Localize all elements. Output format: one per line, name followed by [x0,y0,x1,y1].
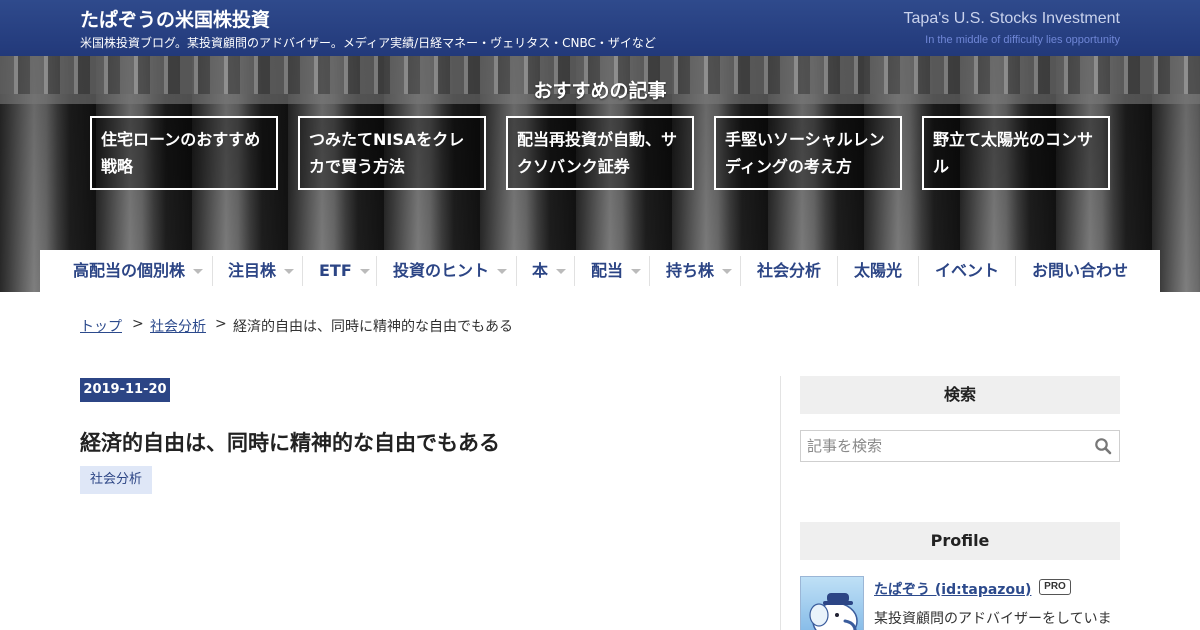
chevron-down-icon [193,269,204,274]
breadcrumb-separator: > [215,316,227,332]
featured-heading: おすすめの記事 [533,80,667,102]
chevron-down-icon [631,269,642,274]
nav-item-investment-hints[interactable]: 投資のヒント [393,250,508,292]
nav-item-focus-stocks[interactable]: 注目株 [228,250,295,292]
featured-article-2[interactable]: つみたてNISAをクレカで買う方法 [298,116,486,190]
nav-divider [837,256,838,286]
profile-description: 某投資顧問のアドバイザーをしていま [874,611,1112,627]
chevron-down-icon [556,269,567,274]
chevron-down-icon [722,269,733,274]
blog-page: たぱぞうの米国株投資 米国株投資ブログ。某投資顧問のアドバイザー。メディア実績/… [0,0,1200,630]
entry-title[interactable]: 経済的自由は、同時に精神的な自由でもある [80,427,500,457]
chevron-down-icon [359,269,370,274]
nav-item-etf[interactable]: ETF [319,250,370,292]
site-title-en: Tapa's U.S. Stocks Investment [903,10,1120,27]
entry-category-tag[interactable]: 社会分析 [80,466,152,494]
site-tagline-en: In the middle of difficulty lies opportu… [925,34,1120,46]
entry-date[interactable]: 2019-11-20 [80,378,170,402]
pro-badge: PRO [1039,579,1071,595]
nav-item-social-analysis[interactable]: 社会分析 [757,250,821,292]
nav-item-dividends[interactable]: 配当 [591,250,642,292]
breadcrumb-category-link[interactable]: 社会分析 [150,316,206,336]
chevron-down-icon [284,269,295,274]
nav-divider [649,256,650,286]
avatar[interactable] [800,576,864,630]
nav-item-solar[interactable]: 太陽光 [854,250,902,292]
featured-article-1[interactable]: 住宅ローンのおすすめ戦略 [90,116,278,190]
nav-item-label: 投資のヒント [393,261,490,280]
featured-article-4[interactable]: 手堅いソーシャルレンディングの考え方 [714,116,902,190]
elephant-mascot-icon [809,593,858,630]
nav-item-holdings[interactable]: 持ち株 [666,250,733,292]
nav-divider [212,256,213,286]
search-icon[interactable] [1094,437,1112,455]
nav-divider [574,256,575,286]
nav-divider [740,256,741,286]
featured-article-3[interactable]: 配当再投資が自動、サクソバンク証券 [506,116,694,190]
breadcrumb-separator: > [132,316,144,332]
global-nav: 高配当の個別株 注目株 ETF 投資のヒント 本 配当 持ち株 社会分析 太陽光… [40,250,1160,292]
nav-item-label: 持ち株 [666,261,715,280]
nav-item-label: 注目株 [228,261,277,280]
nav-divider [918,256,919,286]
nav-item-label: 本 [532,261,549,280]
chevron-down-icon [497,269,508,274]
profile-name-link[interactable]: たぱぞう (id:tapazou) [874,579,1031,599]
nav-item-label: 高配当の個別株 [73,261,186,280]
nav-item-events[interactable]: イベント [935,250,999,292]
featured-article-5[interactable]: 野立て太陽光のコンサル [922,116,1110,190]
content-sidebar-divider [780,376,781,630]
nav-item-contact[interactable]: お問い合わせ [1032,250,1128,292]
nav-divider [302,256,303,286]
nav-divider [1015,256,1016,286]
nav-item-label: 配当 [591,261,624,280]
site-title[interactable]: たぱぞうの米国株投資 [80,5,270,32]
nav-item-label: ETF [319,261,352,280]
profile-heading: Profile [800,522,1120,560]
search-heading: 検索 [800,376,1120,414]
breadcrumb-current: 経済的自由は、同時に精神的な自由でもある [233,319,513,335]
site-header: たぱぞうの米国株投資 米国株投資ブログ。某投資顧問のアドバイザー。メディア実績/… [0,0,1200,56]
nav-item-books[interactable]: 本 [532,250,567,292]
breadcrumb-top-link[interactable]: トップ [80,316,122,336]
nav-divider [516,256,517,286]
search-input[interactable] [800,430,1120,462]
site-description: 米国株投資ブログ。某投資顧問のアドバイザー。メディア実績/日経マネー・ヴェリタス… [80,36,656,50]
nav-divider [376,256,377,286]
nav-item-high-dividend[interactable]: 高配当の個別株 [73,250,204,292]
